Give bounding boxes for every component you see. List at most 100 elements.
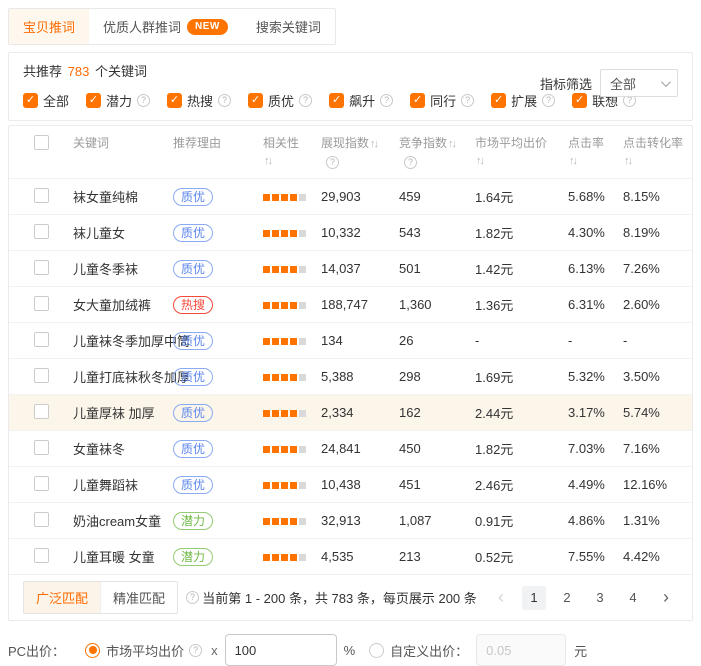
page-number-1[interactable]: 1 xyxy=(522,586,546,610)
relevance-square xyxy=(263,518,270,525)
new-badge: NEW xyxy=(187,19,228,35)
table-row[interactable]: 女大童加绒裤 热搜 188,747 1,360 1.36元 6.31% 2.60… xyxy=(9,286,692,322)
relevance-square xyxy=(290,554,297,561)
cvr-cell: - xyxy=(623,333,692,348)
table-row[interactable]: 袜女童纯棉 质优 29,903 459 1.64元 5.68% 8.15% xyxy=(9,178,692,214)
competition-cell: 298 xyxy=(399,369,475,384)
filter-checkbox[interactable]: ✓ 热搜 ? xyxy=(167,91,231,110)
help-icon[interactable]: ? xyxy=(461,94,474,107)
help-icon[interactable]: ? xyxy=(137,94,150,107)
avg-bid-cell: 1.69元 xyxy=(475,367,568,386)
checkbox-checked-icon[interactable]: ✓ xyxy=(491,93,506,108)
cvr-cell: 8.19% xyxy=(623,225,692,240)
checkbox-checked-icon[interactable]: ✓ xyxy=(410,93,425,108)
impression-cell: 32,913 xyxy=(321,513,399,528)
bid-percent-input[interactable] xyxy=(225,634,337,666)
relevance-square xyxy=(290,518,297,525)
table-row[interactable]: 儿童耳暖 女童 潜力 4,535 213 0.52元 7.55% 4.42% xyxy=(9,538,692,574)
table-row[interactable]: 儿童厚袜 加厚 质优 2,334 162 2.44元 3.17% 5.74% xyxy=(9,394,692,430)
tab-search-keywords[interactable]: 搜索关键词 xyxy=(242,9,335,44)
table-row[interactable]: 儿童冬季袜 质优 14,037 501 1.42元 6.13% 7.26% xyxy=(9,250,692,286)
sort-icon[interactable]: ↑↓ xyxy=(264,155,271,167)
help-icon[interactable]: ? xyxy=(404,156,417,169)
checkbox-checked-icon[interactable]: ✓ xyxy=(167,93,182,108)
relevance-square xyxy=(281,446,288,453)
filter-checkbox[interactable]: ✓ 飙升 ? xyxy=(329,91,393,110)
cvr-cell: 7.26% xyxy=(623,261,692,276)
sort-icon[interactable]: ↑↓ xyxy=(448,138,455,150)
table-row[interactable]: 儿童打底袜秋冬加厚 质优 5,388 298 1.69元 5.32% 3.50% xyxy=(9,358,692,394)
prev-page-icon[interactable]: ‹ xyxy=(489,586,513,610)
tab-item-recommend[interactable]: 宝贝推词 xyxy=(9,9,89,44)
metric-filter-select[interactable]: 全部 xyxy=(600,69,678,97)
ctr-cell: 5.68% xyxy=(568,189,623,204)
page-number-4[interactable]: 4 xyxy=(621,586,645,610)
col-keyword[interactable]: 关键词 xyxy=(73,135,173,152)
col-reason[interactable]: 推荐理由 xyxy=(173,135,263,152)
col-relevance[interactable]: 相关性 ↑↓ xyxy=(263,135,321,170)
sort-icon[interactable]: ↑↓ xyxy=(624,155,631,167)
next-page-icon[interactable]: › xyxy=(654,586,678,610)
page-number-2[interactable]: 2 xyxy=(555,586,579,610)
col-cvr[interactable]: 点击转化率 ↑↓ xyxy=(623,135,692,170)
avg-bid-cell: 1.82元 xyxy=(475,223,568,242)
custom-bid-input[interactable] xyxy=(476,634,566,666)
select-all-checkbox[interactable] xyxy=(34,135,49,150)
reason-badge: 潜力 xyxy=(173,548,213,566)
filter-checkbox[interactable]: ✓ 潜力 ? xyxy=(86,91,150,110)
checkbox-checked-icon[interactable]: ✓ xyxy=(23,93,38,108)
filter-checkbox-label: 热搜 xyxy=(187,91,213,110)
row-checkbox[interactable] xyxy=(34,332,49,347)
table-row[interactable]: 儿童袜冬季加厚中筒 质优 134 26 - - - xyxy=(9,322,692,358)
col-competition[interactable]: 竞争指数↑↓ ? xyxy=(399,135,475,170)
row-checkbox[interactable] xyxy=(34,224,49,239)
checkbox-checked-icon[interactable]: ✓ xyxy=(86,93,101,108)
row-checkbox[interactable] xyxy=(34,548,49,563)
avg-bid-cell: 1.42元 xyxy=(475,259,568,278)
relevance-square xyxy=(281,554,288,561)
ctr-cell: 6.31% xyxy=(568,297,623,312)
col-avg-bid[interactable]: 市场平均出价 ↑↓ xyxy=(475,135,568,170)
tab-label: 搜索关键词 xyxy=(256,17,321,36)
checkbox-checked-icon[interactable]: ✓ xyxy=(329,93,344,108)
col-impression[interactable]: 展现指数↑↓ ? xyxy=(321,135,399,170)
row-checkbox[interactable] xyxy=(34,440,49,455)
row-checkbox[interactable] xyxy=(34,404,49,419)
exact-match-button[interactable]: 精准匹配 xyxy=(100,582,177,613)
reason-badge: 质优 xyxy=(173,404,213,422)
filter-checkbox-label: 飙升 xyxy=(349,91,375,110)
table-row[interactable]: 女童袜冬 质优 24,841 450 1.82元 7.03% 7.16% xyxy=(9,430,692,466)
broad-match-button[interactable]: 广泛匹配 xyxy=(24,582,100,613)
tab-crowd-keywords[interactable]: 优质人群推词 NEW xyxy=(89,9,242,44)
sort-icon[interactable]: ↑↓ xyxy=(569,155,576,167)
row-checkbox[interactable] xyxy=(34,296,49,311)
row-checkbox[interactable] xyxy=(34,260,49,275)
row-checkbox[interactable] xyxy=(34,476,49,491)
help-icon[interactable]: ? xyxy=(186,591,199,604)
table-row[interactable]: 袜儿童女 质优 10,332 543 1.82元 4.30% 8.19% xyxy=(9,214,692,250)
table-row[interactable]: 奶油cream女童 潜力 32,913 1,087 0.91元 4.86% 1.… xyxy=(9,502,692,538)
sort-icon[interactable]: ↑↓ xyxy=(476,155,483,167)
filter-checkbox[interactable]: ✓ 全部 xyxy=(23,91,69,110)
help-icon[interactable]: ? xyxy=(380,94,393,107)
relevance-square xyxy=(299,554,306,561)
row-checkbox[interactable] xyxy=(34,512,49,527)
filter-checkbox[interactable]: ✓ 质优 ? xyxy=(248,91,312,110)
help-icon[interactable]: ? xyxy=(218,94,231,107)
relevance-square xyxy=(263,230,270,237)
help-icon[interactable]: ? xyxy=(299,94,312,107)
relevance-indicator xyxy=(263,405,321,420)
col-ctr[interactable]: 点击率 ↑↓ xyxy=(568,135,623,170)
checkbox-checked-icon[interactable]: ✓ xyxy=(248,93,263,108)
row-checkbox[interactable] xyxy=(34,368,49,383)
filter-checkbox[interactable]: ✓ 同行 ? xyxy=(410,91,474,110)
page-number-3[interactable]: 3 xyxy=(588,586,612,610)
relevance-indicator xyxy=(263,477,321,492)
help-icon[interactable]: ? xyxy=(326,156,339,169)
competition-cell: 459 xyxy=(399,189,475,204)
sort-icon[interactable]: ↑↓ xyxy=(370,138,377,150)
table-row[interactable]: 儿童舞蹈袜 质优 10,438 451 2.46元 4.49% 12.16% xyxy=(9,466,692,502)
help-icon[interactable]: ? xyxy=(189,644,202,657)
row-checkbox[interactable] xyxy=(34,188,49,203)
relevance-square xyxy=(272,230,279,237)
